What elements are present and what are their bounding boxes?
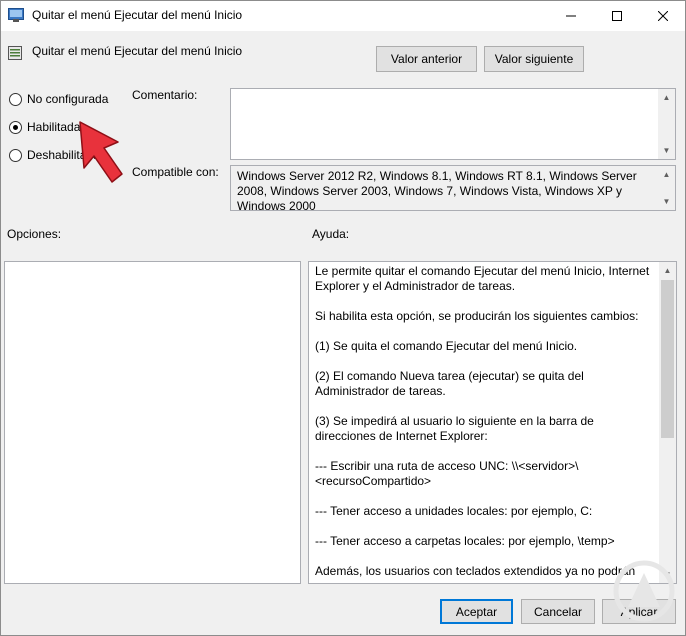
title-bar: Quitar el menú Ejecutar del menú Inicio — [0, 0, 686, 31]
next-setting-button[interactable]: Valor siguiente — [484, 46, 584, 72]
scroll-up-icon[interactable]: ▲ — [658, 89, 675, 106]
close-button[interactable] — [640, 0, 686, 31]
policy-editor-icon — [8, 8, 24, 22]
help-paragraph: --- Tener acceso a unidades locales: por… — [315, 504, 593, 518]
scroll-up-icon[interactable]: ▲ — [659, 262, 676, 279]
comment-scrollbar[interactable]: ▲ ▼ — [658, 89, 675, 159]
scroll-thumb[interactable] — [661, 280, 674, 438]
scroll-down-icon[interactable]: ▼ — [658, 142, 675, 159]
watermark-logo — [586, 545, 681, 633]
comment-label: Comentario: — [132, 88, 198, 102]
options-label: Opciones: — [7, 227, 62, 241]
ok-button[interactable]: Aceptar — [440, 599, 513, 624]
policy-title: Quitar el menú Ejecutar del menú Inicio — [32, 44, 243, 58]
help-paragraph: Le permite quitar el comando Ejecutar de… — [315, 264, 650, 293]
help-paragraph: (2) El comando Nueva tarea (ejecutar) se… — [315, 369, 584, 398]
policy-setting-icon — [7, 45, 23, 61]
compatible-scrollbar[interactable]: ▲ ▼ — [658, 166, 675, 210]
compatible-box: Windows Server 2012 R2, Windows 8.1, Win… — [230, 165, 676, 211]
help-paragraph: Si habilita esta opción, se producirán l… — [315, 309, 639, 323]
help-paragraph: (1) Se quita el comando Ejecutar del men… — [315, 339, 578, 353]
help-label: Ayuda: — [312, 227, 350, 241]
options-panel — [4, 261, 301, 584]
help-scrollbar[interactable]: ▲ ▼ — [659, 262, 676, 583]
compatible-text: Windows Server 2012 R2, Windows 8.1, Win… — [237, 169, 637, 211]
radio-button-selected[interactable] — [9, 120, 22, 134]
scroll-up-icon[interactable]: ▲ — [658, 166, 675, 183]
minimize-button[interactable] — [548, 0, 594, 31]
cancel-button[interactable]: Cancelar — [521, 599, 595, 624]
maximize-button[interactable] — [594, 0, 640, 31]
minimize-icon — [566, 15, 576, 16]
radio-button[interactable] — [9, 148, 22, 162]
comment-textarea[interactable]: ▲ ▼ — [230, 88, 676, 160]
radio-not-configured[interactable]: No configurada — [9, 92, 108, 106]
maximize-icon — [612, 10, 622, 21]
pointer-arrow-icon — [70, 118, 130, 188]
compatible-label: Compatible con: — [132, 165, 219, 179]
scroll-down-icon[interactable]: ▼ — [658, 193, 675, 210]
help-paragraph: (3) Se impedirá al usuario lo siguiente … — [315, 414, 594, 443]
previous-setting-button[interactable]: Valor anterior — [376, 46, 477, 72]
help-text: Le permite quitar el comando Ejecutar de… — [315, 264, 655, 583]
help-paragraph: --- Escribir una ruta de acceso UNC: \\<… — [315, 459, 579, 488]
window-title: Quitar el menú Ejecutar del menú Inicio — [32, 8, 243, 22]
close-icon — [658, 10, 668, 21]
help-panel: Le permite quitar el comando Ejecutar de… — [308, 261, 677, 584]
radio-button[interactable] — [9, 92, 22, 106]
radio-label: No configurada — [27, 92, 109, 106]
